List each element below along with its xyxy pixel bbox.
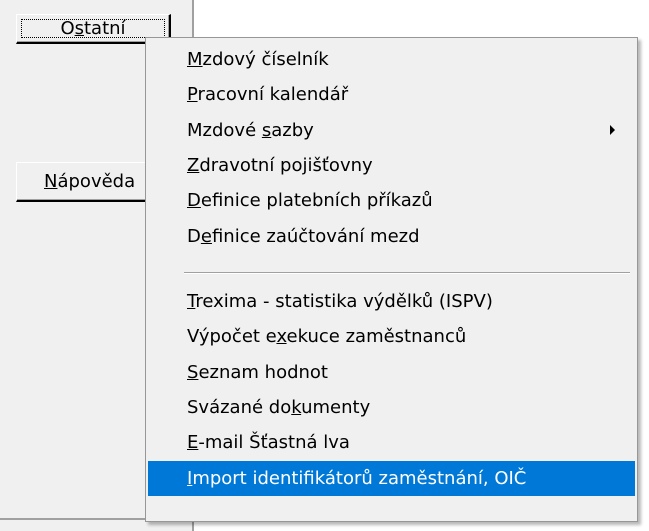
- ostatni-dropdown-menu: Mzdový číselník Pracovní kalendář Mzdové…: [145, 37, 638, 522]
- menu-item-mzdove-sazby[interactable]: Mzdové sazby: [148, 113, 635, 148]
- menu-item-vypocet-exekuce[interactable]: Výpočet exekuce zaměstnanců: [148, 319, 635, 354]
- menu-item-definice-platebnich-prikazu[interactable]: Definice platebních příkazů: [148, 183, 635, 218]
- menu-item-pracovni-kalendar[interactable]: Pracovní kalendář: [148, 77, 635, 112]
- submenu-arrow-icon: [610, 125, 615, 135]
- menu-item-svazane-dokumenty[interactable]: Svázané dokumenty: [148, 390, 635, 425]
- menu-item-mzdovy-ciselnik[interactable]: Mzdový číselník: [148, 42, 635, 77]
- menu-item-trexima-statistika[interactable]: Trexima - statistika výdělků (ISPV): [148, 284, 635, 319]
- menu-item-email-stastna-lva[interactable]: E-mail Šťastná lva: [148, 425, 635, 460]
- menu-separator: [184, 272, 630, 274]
- napoveda-button-label: Nápověda: [44, 171, 136, 192]
- menu-item-seznam-hodnot[interactable]: Seznam hodnot: [148, 355, 635, 390]
- focus-rectangle: [21, 19, 165, 38]
- menu-item-zdravotni-pojistovny[interactable]: Zdravotní pojišťovny: [148, 148, 635, 183]
- menu-item-import-identifikatoru[interactable]: Import identifikátorů zaměstnání, OIČ: [148, 461, 635, 496]
- menu-item-definice-zauctovani-mezd[interactable]: Definice zaúčtování mezd: [148, 219, 635, 254]
